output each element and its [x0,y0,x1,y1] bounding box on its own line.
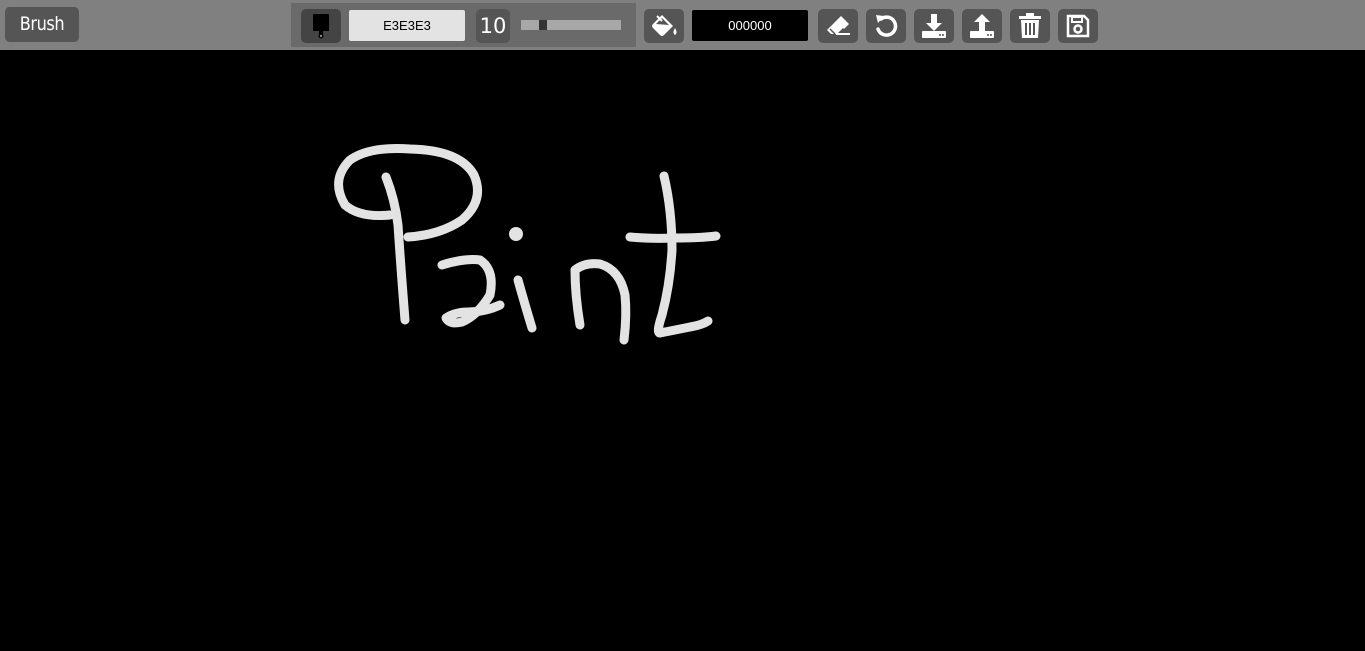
undo-icon [876,15,898,37]
active-tool-label[interactable]: Brush [5,7,79,42]
stroke-i-stem [513,275,537,333]
trash-icon [1019,13,1041,38]
fill-color-input[interactable]: 000000 [692,10,808,41]
paint-bucket-icon [652,15,677,36]
eraser-icon [827,16,850,35]
stroke-n [570,259,631,345]
floppy-disk-icon [1066,14,1090,38]
fill-bucket-button[interactable] [644,9,684,43]
stroke-t-stem [653,171,713,338]
upload-button[interactable] [962,9,1002,43]
brush-button[interactable] [301,9,341,43]
stroke-i-dot [509,227,523,241]
undo-button[interactable] [866,9,906,43]
eraser-button[interactable] [818,9,858,43]
slider-thumb[interactable] [539,20,547,30]
drawing-canvas[interactable] [0,50,1365,651]
stroke-a [437,255,505,328]
canvas-drawing [334,144,721,345]
save-button[interactable] [1058,9,1098,43]
stroke-p-stem [381,172,410,325]
brush-color-input[interactable]: E3E3E3 [349,10,465,41]
toolbar: Brush E3E3E3 10 000000 [0,0,1365,50]
download-icon [922,14,946,38]
stroke-p-bowl [334,144,482,242]
upload-icon [970,14,994,38]
clear-canvas-button[interactable] [1010,9,1050,43]
download-button[interactable] [914,9,954,43]
hand-drawn-strokes [334,144,721,345]
brush-size-slider[interactable] [521,20,621,30]
brush-size-value: 10 [476,9,510,43]
stroke-t-bar [625,231,721,243]
paintbrush-icon [313,14,329,39]
